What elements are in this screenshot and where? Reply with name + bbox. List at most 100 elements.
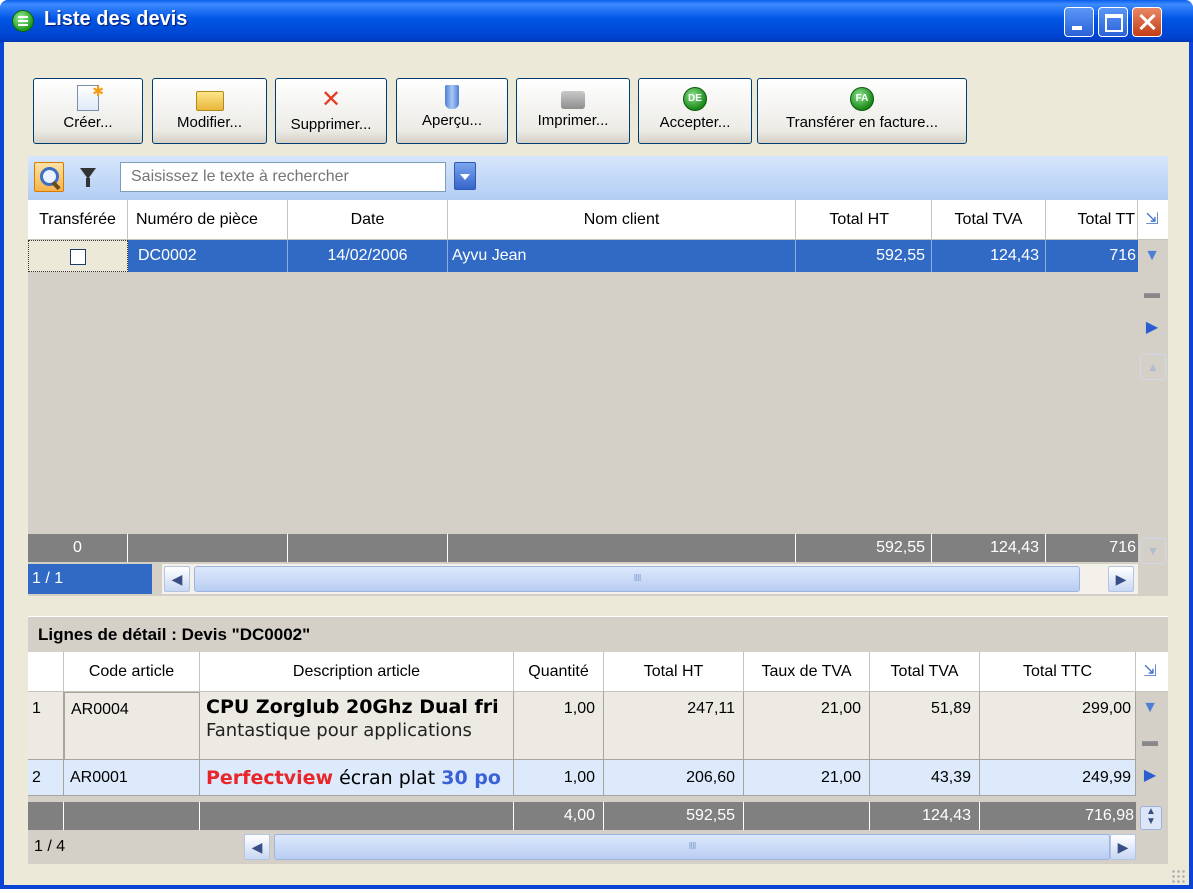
maximize-button[interactable] bbox=[1098, 7, 1128, 37]
accept-badge-icon: DE bbox=[683, 87, 707, 111]
next-icon[interactable]: ▶ bbox=[1142, 318, 1162, 338]
detail-row-1-tva-rate[interactable]: 21,00 bbox=[744, 692, 870, 760]
detail-row-2-code[interactable]: AR0001 bbox=[64, 760, 200, 796]
new-document-icon bbox=[77, 78, 104, 111]
detail-col-total-tva[interactable]: Total TVA bbox=[870, 652, 980, 692]
detail-row-1-total-tva[interactable]: 51,89 bbox=[870, 692, 980, 760]
detail-scroll-right-arrow[interactable]: ▶ bbox=[1110, 834, 1136, 860]
magnifier-handle bbox=[51, 180, 61, 191]
cell-transferred[interactable] bbox=[28, 240, 128, 272]
search-dropdown-button[interactable] bbox=[454, 162, 476, 190]
col-header-client[interactable]: Nom client bbox=[448, 200, 796, 240]
detail-col-total-ht[interactable]: Total HT bbox=[604, 652, 744, 692]
detail-footer-code bbox=[64, 802, 200, 830]
create-button[interactable]: Créer... bbox=[33, 78, 143, 144]
scroll-up-arrow[interactable]: ▲ bbox=[1140, 354, 1166, 380]
col-header-total-ttc[interactable]: Total TT bbox=[1046, 200, 1138, 240]
scroll-right-arrow[interactable]: ▶ bbox=[1108, 566, 1134, 592]
app-icon bbox=[12, 10, 34, 32]
detail-print-icon[interactable]: ▬ bbox=[1140, 732, 1160, 752]
detail-row-1-total-ht[interactable]: 247,11 bbox=[604, 692, 744, 760]
quotes-pager: 1 / 1 bbox=[28, 564, 152, 594]
delete-label: Supprimer... bbox=[290, 116, 372, 133]
cell-total-ttc[interactable]: 716 bbox=[1046, 240, 1138, 272]
detail-row-2-tva-rate[interactable]: 21,00 bbox=[744, 760, 870, 796]
export-icon: ⇲ bbox=[1145, 211, 1159, 228]
col-header-number[interactable]: Numéro de pièce bbox=[128, 200, 288, 240]
transfer-label: Transférer en facture... bbox=[785, 114, 938, 131]
transferred-checkbox[interactable] bbox=[70, 248, 86, 265]
scroll-down-arrow[interactable]: ▼ bbox=[1140, 538, 1166, 564]
detail-scroll-left-arrow[interactable]: ◀ bbox=[244, 834, 270, 860]
resize-grip[interactable] bbox=[1171, 869, 1185, 883]
cell-client[interactable]: Ayvu Jean bbox=[448, 240, 796, 272]
detail-row-1-qty[interactable]: 1,00 bbox=[514, 692, 604, 760]
footer-total-ht: 592,55 bbox=[796, 534, 932, 562]
detail-row-1-desc-line2: Fantastique pour applications bbox=[206, 720, 472, 741]
detail-row-2-total-tva[interactable]: 43,39 bbox=[870, 760, 980, 796]
transfer-invoice-button[interactable]: FA Transférer en facture... bbox=[757, 78, 967, 144]
detail-col-tva-rate[interactable]: Taux de TVA bbox=[744, 652, 870, 692]
detail-row-2-total-ttc[interactable]: 249,99 bbox=[980, 760, 1136, 796]
print-label: Imprimer... bbox=[537, 112, 609, 129]
detail-column-chooser[interactable]: ⇲ bbox=[1136, 652, 1168, 692]
preview-side-icon[interactable]: ▼ bbox=[1142, 246, 1162, 266]
detail-next-icon[interactable]: ▶ bbox=[1140, 766, 1160, 786]
cell-number[interactable]: DC0002 bbox=[128, 240, 288, 272]
print-button[interactable]: Imprimer... bbox=[516, 78, 630, 144]
detail-row-2-desc-text: écran plat bbox=[333, 767, 442, 789]
title-bar[interactable]: Liste des devis bbox=[0, 0, 1193, 42]
cell-total-tva[interactable]: 124,43 bbox=[932, 240, 1046, 272]
detail-export-icon: ⇲ bbox=[1143, 663, 1157, 680]
detail-col-code[interactable]: Code article bbox=[64, 652, 200, 692]
footer-total-tva: 124,43 bbox=[932, 534, 1046, 562]
footer-total-ttc: 716 bbox=[1109, 539, 1136, 556]
scroll-left-arrow[interactable]: ◀ bbox=[164, 566, 190, 592]
close-button[interactable] bbox=[1132, 7, 1162, 37]
print-side-icon[interactable]: ▬ bbox=[1142, 284, 1162, 304]
col-header-date[interactable]: Date bbox=[288, 200, 448, 240]
folder-open-icon bbox=[195, 91, 224, 111]
scroll-thumb[interactable] bbox=[194, 566, 1080, 592]
detail-spin-icon[interactable]: ▲ ▼ bbox=[1140, 806, 1162, 830]
accept-button[interactable]: DE Accepter... bbox=[638, 78, 752, 144]
col-header-total-ht[interactable]: Total HT bbox=[796, 200, 932, 240]
delete-button[interactable]: ✕ Supprimer... bbox=[275, 78, 387, 144]
modify-button[interactable]: Modifier... bbox=[152, 78, 267, 144]
detail-col-total-ttc[interactable]: Total TTC bbox=[980, 652, 1136, 692]
detail-col-index bbox=[28, 652, 64, 692]
detail-footer-desc bbox=[200, 802, 514, 830]
detail-col-description[interactable]: Description article bbox=[200, 652, 514, 692]
detail-preview-icon[interactable]: ▼ bbox=[1140, 698, 1160, 718]
detail-section-title: Lignes de détail : Devis "DC0002" bbox=[28, 616, 1168, 653]
col-header-total-tva[interactable]: Total TVA bbox=[932, 200, 1046, 240]
col-header-transferred[interactable]: Transférée bbox=[28, 200, 128, 240]
search-button[interactable] bbox=[34, 162, 64, 192]
detail-row-1-description[interactable]: CPU Zorglub 20Ghz Dual fri Fantastique p… bbox=[200, 692, 514, 760]
preview-button[interactable]: Aperçu... bbox=[396, 78, 508, 144]
cell-total-ht[interactable]: 592,55 bbox=[796, 240, 932, 272]
modify-label: Modifier... bbox=[176, 114, 243, 131]
detail-hscroll[interactable]: ◀ ▶ bbox=[242, 832, 1138, 862]
footer-empty-1 bbox=[128, 534, 288, 562]
column-chooser[interactable]: ⇲ bbox=[1138, 200, 1168, 240]
preview-label: Aperçu... bbox=[421, 112, 483, 129]
search-input[interactable] bbox=[120, 162, 446, 192]
cell-date[interactable]: 14/02/2006 bbox=[288, 240, 448, 272]
detail-footer-qty: 4,00 bbox=[514, 802, 604, 830]
detail-row-1-code[interactable]: AR0004 bbox=[64, 692, 200, 760]
detail-row-2-total-ht[interactable]: 206,60 bbox=[604, 760, 744, 796]
detail-scroll-thumb[interactable] bbox=[274, 834, 1110, 860]
invoice-badge-icon: FA bbox=[850, 87, 874, 111]
detail-row-2-qty[interactable]: 1,00 bbox=[514, 760, 604, 796]
detail-footer-total-tva: 124,43 bbox=[870, 802, 980, 830]
filter-icon[interactable] bbox=[80, 168, 96, 187]
detail-row-1-total-ttc[interactable]: 299,00 bbox=[980, 692, 1136, 760]
detail-col-quantity[interactable]: Quantité bbox=[514, 652, 604, 692]
quotes-footer: 0 592,55 124,43 716 bbox=[28, 534, 1138, 562]
detail-row-2-description[interactable]: Perfectview écran plat 30 po bbox=[200, 760, 514, 796]
quotes-hscroll[interactable]: ◀ ▶ bbox=[162, 564, 1138, 594]
minimize-button[interactable] bbox=[1064, 7, 1094, 37]
detail-pager: 1 / 4 bbox=[34, 838, 66, 855]
detail-row-2-index: 2 bbox=[28, 760, 64, 796]
